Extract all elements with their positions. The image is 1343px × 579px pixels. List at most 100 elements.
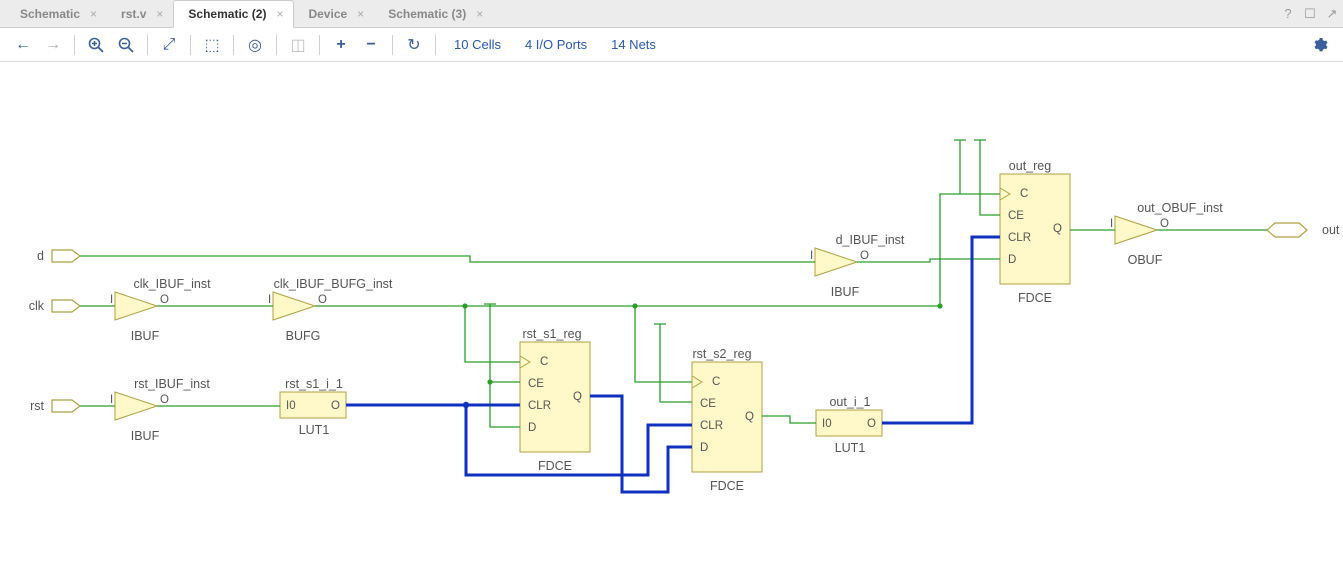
pin-label: D (700, 442, 708, 454)
add-icon[interactable]: + (326, 30, 356, 60)
pin-label: O (160, 394, 169, 406)
cell-inst-label: out_i_1 (829, 395, 870, 409)
port-label: out (1322, 223, 1340, 237)
cell-type-label: IBUF (831, 285, 860, 299)
pin-label: D (1008, 254, 1016, 266)
cell-inst-label: rst_s1_reg (522, 327, 581, 341)
pin-label: O (318, 294, 327, 306)
cell-clk-ibuf[interactable]: clk_IBUF_inst I O IBUF (110, 277, 211, 343)
cell-inst-label: clk_IBUF_BUFG_inst (274, 277, 393, 291)
pin-label: CLR (700, 420, 723, 432)
cell-inst-label: rst_IBUF_inst (134, 377, 210, 391)
cell-inst-label: out_reg (1009, 159, 1051, 173)
tab-label: rst.v (121, 7, 146, 21)
pin-label: O (160, 294, 169, 306)
pin-label: C (540, 356, 548, 368)
close-icon[interactable]: × (276, 7, 283, 21)
cell-d-ibuf[interactable]: d_IBUF_inst I O IBUF (810, 233, 905, 299)
port-clk[interactable]: clk (29, 299, 80, 313)
close-icon[interactable]: × (357, 7, 364, 21)
tab-rst-v[interactable]: rst.v × (107, 0, 173, 28)
tab-schematic[interactable]: Schematic × (6, 0, 107, 28)
cell-type-label: IBUF (131, 329, 160, 343)
io-ports-count-link[interactable]: 4 I/O Ports (513, 37, 599, 52)
cell-ff-out[interactable]: out_reg C CE CLR D Q FDCE (1000, 159, 1070, 305)
port-rst[interactable]: rst (30, 399, 80, 413)
close-icon[interactable]: × (156, 7, 163, 21)
pin-label: Q (573, 391, 582, 403)
pin-label: I (810, 250, 813, 262)
port-d[interactable]: d (37, 249, 80, 263)
select-area-icon[interactable]: ⬚ (197, 30, 227, 60)
tab-bar: Schematic × rst.v × Schematic (2) × Devi… (0, 0, 1343, 28)
port-out[interactable]: out (1267, 223, 1340, 237)
target-icon[interactable]: ◎ (240, 30, 270, 60)
cell-type-label: OBUF (1128, 253, 1163, 267)
pin-label: I0 (822, 418, 832, 430)
cell-ff-s2[interactable]: rst_s2_reg C CE CLR D Q FDCE (692, 347, 762, 493)
tab-label: Schematic (2) (188, 7, 266, 21)
remove-icon[interactable]: − (356, 30, 386, 60)
help-icon[interactable]: ? (1277, 6, 1299, 21)
cell-rst-ibuf[interactable]: rst_IBUF_inst I O IBUF (110, 377, 210, 443)
tab-device[interactable]: Device × (294, 0, 374, 28)
pin-label: C (712, 376, 720, 388)
port-label: rst (30, 399, 44, 413)
nets-count-link[interactable]: 14 Nets (599, 37, 668, 52)
zoom-in-icon[interactable] (81, 30, 111, 60)
pin-label: I (268, 294, 271, 306)
zoom-out-icon[interactable] (111, 30, 141, 60)
cell-type-label: FDCE (1018, 291, 1052, 305)
port-label: d (37, 249, 44, 263)
back-icon[interactable]: ← (8, 30, 38, 60)
close-icon[interactable]: × (90, 7, 97, 21)
tab-label: Schematic (20, 7, 80, 21)
cell-lut-out[interactable]: out_i_1 I0 O LUT1 (816, 395, 882, 455)
cell-type-label: BUFG (286, 329, 321, 343)
cell-inst-label: d_IBUF_inst (836, 233, 905, 247)
cell-inst-label: out_OBUF_inst (1137, 201, 1223, 215)
tab-label: Device (308, 7, 347, 21)
schematic-toolbar: ← → ⤢ ⬚ ◎ ◫ + − ↻ 10 Cells 4 I/O Ports 1… (0, 28, 1343, 62)
cell-type-label: LUT1 (299, 423, 330, 437)
regenerate-icon[interactable]: ↻ (399, 30, 429, 60)
cell-inst-label: clk_IBUF_inst (133, 277, 211, 291)
schematic-canvas[interactable]: d clk rst out clk_IBUF_inst I O IBUF clk… (0, 62, 1343, 579)
pin-label: O (1160, 218, 1169, 230)
pin-label: I (1110, 218, 1113, 230)
cell-inst-label: rst_s1_i_1 (285, 377, 343, 391)
pin-label: I (110, 294, 113, 306)
pin-label: Q (1053, 223, 1062, 235)
cell-obuf[interactable]: out_OBUF_inst I O OBUF (1110, 201, 1223, 267)
settings-icon[interactable] (1305, 30, 1335, 60)
pin-label: CE (1008, 210, 1024, 222)
cell-clk-bufg[interactable]: clk_IBUF_BUFG_inst I O BUFG (268, 277, 393, 343)
close-icon[interactable]: × (476, 7, 483, 21)
cell-type-label: LUT1 (835, 441, 866, 455)
pin-label: D (528, 422, 536, 434)
pin-icon[interactable]: ◫ (283, 30, 313, 60)
cell-ff-s1[interactable]: rst_s1_reg C CE CLR D Q FDCE (520, 327, 590, 473)
maximize-icon[interactable]: ☐ (1299, 6, 1321, 22)
cell-lut-rst[interactable]: rst_s1_i_1 I0 O LUT1 (280, 377, 346, 437)
pin-label: O (860, 250, 869, 262)
pin-label: O (331, 400, 340, 412)
pin-label: I (110, 394, 113, 406)
tab-schematic-3[interactable]: Schematic (3) × (374, 0, 493, 28)
popout-icon[interactable]: ↗ (1321, 6, 1343, 22)
cell-type-label: FDCE (710, 479, 744, 493)
zoom-fit-icon[interactable]: ⤢ (154, 30, 184, 60)
forward-icon[interactable]: → (38, 30, 68, 60)
pin-label: C (1020, 188, 1028, 200)
tab-schematic-2[interactable]: Schematic (2) × (173, 0, 294, 28)
pin-label: CLR (528, 400, 551, 412)
cell-type-label: IBUF (131, 429, 160, 443)
cell-type-label: FDCE (538, 459, 572, 473)
tab-label: Schematic (3) (388, 7, 466, 21)
pin-label: CE (528, 378, 544, 390)
pin-label: CLR (1008, 232, 1031, 244)
cells-count-link[interactable]: 10 Cells (442, 37, 513, 52)
pin-label: CE (700, 398, 716, 410)
cell-inst-label: rst_s2_reg (692, 347, 751, 361)
pin-label: Q (745, 411, 754, 423)
